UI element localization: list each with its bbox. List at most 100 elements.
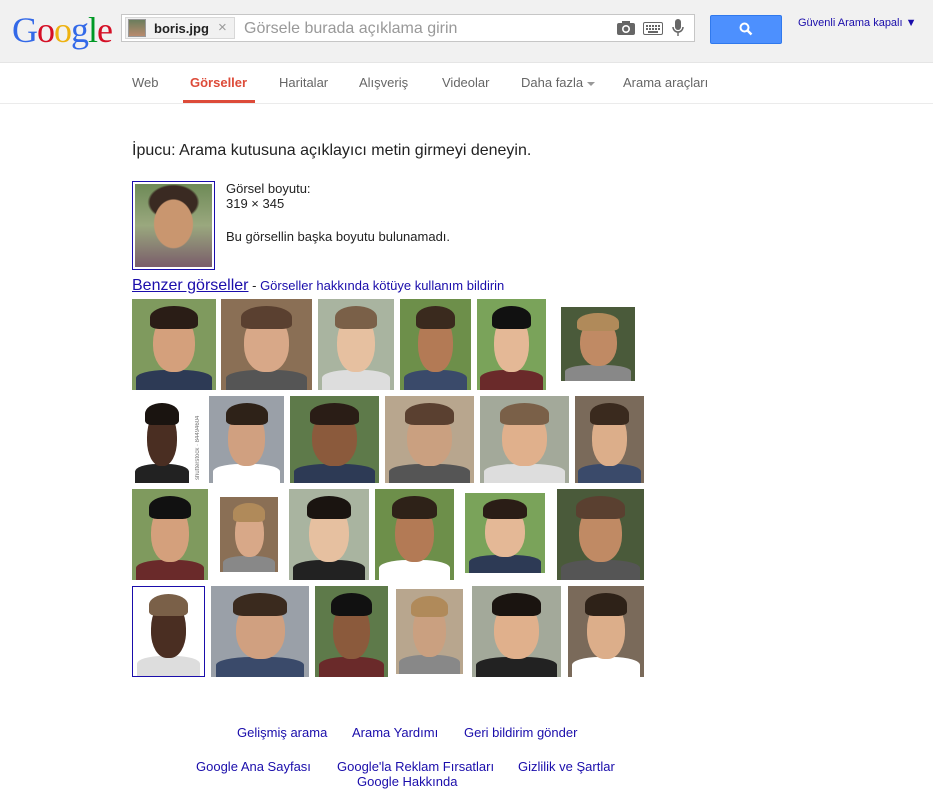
- similar-image-thumbnail[interactable]: [557, 489, 644, 580]
- footer-about-google[interactable]: Google Hakkında: [357, 774, 457, 789]
- thumbnail-hair: [415, 306, 456, 330]
- thumbnail-shirt: [135, 559, 205, 580]
- logo-letter-1: G: [12, 10, 38, 50]
- thumbnail-shirt: [480, 369, 543, 390]
- chip-thumbnail: [128, 19, 146, 37]
- thumbnail-shirt: [212, 463, 281, 483]
- thumbnail-hair: [334, 306, 378, 330]
- tab-search-tools[interactable]: Arama araçları: [623, 75, 708, 90]
- similar-image-thumbnail[interactable]: [400, 299, 471, 390]
- similar-image-thumbnail[interactable]: [289, 489, 369, 580]
- thumbnail-shirt: [399, 655, 460, 674]
- similar-image-thumbnail[interactable]: [385, 396, 474, 483]
- similar-image-thumbnail[interactable]: [209, 396, 284, 483]
- tab-more[interactable]: Daha fazla: [521, 75, 596, 90]
- thumbnail-hair: [584, 593, 628, 617]
- safe-search-toggle[interactable]: Güvenli Arama kapalı ▼: [798, 17, 917, 29]
- image-query-chip[interactable]: boris.jpg ×: [125, 17, 235, 39]
- footer-privacy-terms[interactable]: Gizlilik ve Şartlar: [518, 759, 615, 774]
- thumbnail-shirt: [136, 656, 201, 676]
- footer-advertising[interactable]: Google'la Reklam Fırsatları: [337, 759, 494, 774]
- search-icon: [739, 22, 753, 41]
- similar-image-thumbnail[interactable]: [221, 299, 312, 390]
- thumbnail-shirt: [225, 369, 308, 390]
- separator: -: [248, 278, 261, 293]
- similar-image-thumbnail[interactable]: [472, 586, 561, 677]
- chip-close-icon[interactable]: ×: [218, 19, 227, 36]
- logo-letter-6: e: [97, 10, 113, 50]
- thumbnail-shirt: [564, 364, 632, 381]
- query-image[interactable]: [132, 181, 215, 270]
- thumbnail-shirt: [293, 559, 365, 580]
- search-tip: İpucu: Arama kutusuna açıklayıcı metin g…: [132, 142, 532, 159]
- thumbnail-hair: [148, 496, 192, 520]
- thumbnail-shirt: [321, 369, 391, 390]
- thumbnail-shirt: [389, 463, 470, 483]
- thumbnail-hair: [410, 595, 449, 618]
- tab-videos[interactable]: Videolar: [442, 75, 489, 90]
- thumbnail-hair: [404, 402, 455, 425]
- similar-image-thumbnail[interactable]: [480, 396, 569, 483]
- similar-images-link[interactable]: Benzer görseller: [132, 277, 249, 294]
- similar-image-thumbnail[interactable]: [575, 396, 644, 483]
- thumbnail-hair: [241, 306, 292, 330]
- search-box[interactable]: boris.jpg ×: [121, 14, 695, 42]
- logo-letter-2: o: [37, 10, 55, 50]
- thumbnail-shirt: [571, 656, 641, 677]
- tab-maps[interactable]: Haritalar: [279, 75, 328, 90]
- logo-letter-5: l: [88, 10, 98, 50]
- similar-image-thumbnail[interactable]: [132, 299, 216, 390]
- thumbnail-hair: [482, 499, 528, 520]
- chip-filename: boris.jpg: [154, 21, 209, 36]
- query-image-picture: [135, 184, 212, 267]
- similar-image-thumbnail[interactable]: [318, 299, 394, 390]
- thumbnail-hair: [331, 593, 372, 617]
- footer-send-feedback[interactable]: Geri bildirim gönder: [464, 725, 577, 740]
- search-input[interactable]: [242, 18, 606, 40]
- google-logo[interactable]: Google: [12, 8, 113, 52]
- tab-shopping[interactable]: Alışveriş: [359, 75, 408, 90]
- top-bar: Google boris.jpg × Güvenli Arama kapalı …: [0, 0, 933, 63]
- thumbnail-shirt: [469, 555, 541, 573]
- image-size-value: 319 × 345: [226, 196, 285, 211]
- similar-image-thumbnail[interactable]: [211, 586, 309, 677]
- similar-image-thumbnail[interactable]: [465, 493, 545, 573]
- thumbnail-hair: [590, 402, 629, 425]
- similar-image-thumbnail[interactable]: [568, 586, 644, 677]
- thumbnail-shirt: [294, 463, 375, 483]
- camera-icon[interactable]: [616, 20, 636, 41]
- tab-images[interactable]: Görseller: [190, 75, 247, 90]
- thumbnail-hair: [392, 496, 437, 520]
- similar-image-thumbnail[interactable]: [561, 307, 635, 381]
- thumbnail-hair: [225, 402, 268, 425]
- similar-image-thumbnail[interactable]: [220, 497, 278, 572]
- thumbnail-hair: [306, 496, 352, 520]
- footer-google-home[interactable]: Google Ana Sayfası: [196, 759, 311, 774]
- similar-image-thumbnail[interactable]: [132, 489, 208, 580]
- thumbnail-shirt: [484, 463, 565, 483]
- similar-image-thumbnail[interactable]: [396, 589, 463, 674]
- thumbnail-shirt: [215, 656, 305, 677]
- footer-advanced-search[interactable]: Gelişmiş arama: [237, 725, 327, 740]
- microphone-icon[interactable]: [671, 18, 685, 43]
- footer-search-help[interactable]: Arama Yardımı: [352, 725, 438, 740]
- similar-image-thumbnail[interactable]: [290, 396, 379, 483]
- thumbnail-shirt: [135, 463, 189, 483]
- tab-web[interactable]: Web: [132, 75, 159, 90]
- keyboard-icon[interactable]: [643, 22, 663, 40]
- similar-image-thumbnail[interactable]: [132, 396, 192, 483]
- similar-image-thumbnail[interactable]: [375, 489, 454, 580]
- search-button[interactable]: [710, 15, 782, 44]
- similar-image-thumbnail[interactable]: [315, 586, 388, 677]
- similar-image-thumbnail[interactable]: [132, 586, 205, 677]
- thumbnail-shirt: [403, 369, 468, 390]
- thumbnail-hair: [150, 306, 198, 330]
- tab-more-label: Daha fazla: [521, 75, 584, 90]
- thumbnail-shirt: [318, 656, 385, 677]
- similar-image-thumbnail[interactable]: [477, 299, 546, 390]
- image-size-label: Görsel boyutu:: [226, 181, 311, 196]
- similar-images-header: Benzer görseller - Görseller hakkında kö…: [132, 277, 504, 295]
- report-abuse-link[interactable]: Görseller hakkında kötüye kullanım bildi…: [260, 278, 504, 293]
- thumbnail-hair: [499, 402, 550, 425]
- thumbnail-shirt: [561, 559, 640, 580]
